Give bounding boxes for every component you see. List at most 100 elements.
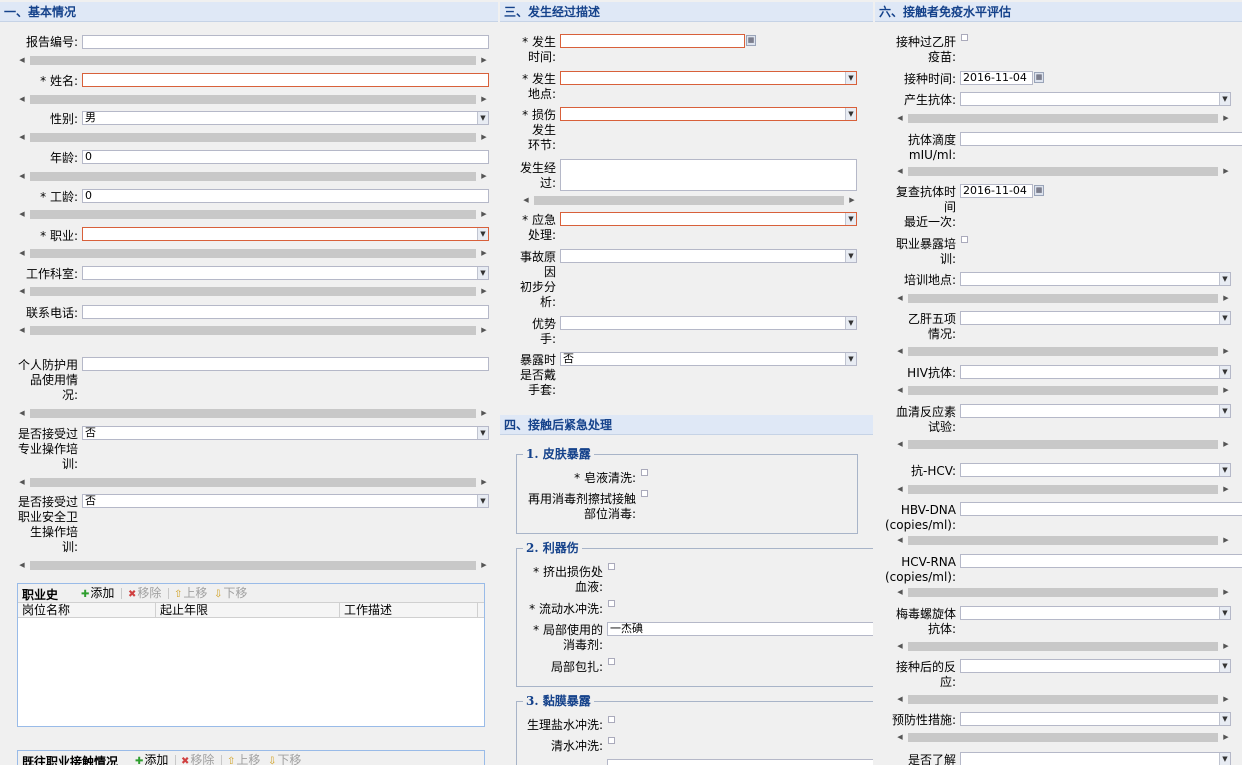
remove-button[interactable]: ✖移除 <box>181 754 214 765</box>
calendar-icon[interactable]: ▦ <box>1034 72 1044 83</box>
calendar-icon[interactable]: ▦ <box>1034 185 1044 196</box>
reaction-select[interactable]: ▼ <box>960 659 1231 673</box>
chevron-down-icon[interactable]: ▼ <box>1219 312 1230 324</box>
chevron-down-icon[interactable]: ▼ <box>845 353 856 365</box>
scrollbar[interactable]: ◀ ▶ <box>896 484 1230 495</box>
water-checkbox[interactable] <box>608 737 615 744</box>
serum-select[interactable]: ▼ <box>960 404 1231 418</box>
cause-select[interactable]: ▼ <box>560 249 857 263</box>
cut-off-input[interactable] <box>607 759 873 765</box>
calendar-icon[interactable]: ▦ <box>746 35 756 46</box>
scrollbar[interactable]: ◀ ▶ <box>18 94 488 105</box>
scrollbar[interactable]: ◀ ▶ <box>896 641 1230 652</box>
scrollbar[interactable]: ◀ ▶ <box>896 293 1230 304</box>
chevron-down-icon[interactable]: ▼ <box>1219 607 1230 619</box>
scrollbar[interactable]: ◀ ▶ <box>896 535 1230 546</box>
scrollbar[interactable]: ◀ ▶ <box>896 587 1230 598</box>
scrollbar[interactable]: ◀ ▶ <box>522 195 856 206</box>
hcv-rna-input[interactable] <box>960 554 1242 568</box>
hbv-dna-input[interactable] <box>960 502 1242 516</box>
chevron-down-icon[interactable]: ▼ <box>477 228 488 240</box>
chevron-down-icon[interactable]: ▼ <box>477 495 488 507</box>
hcv-select[interactable]: ▼ <box>960 463 1231 477</box>
scrollbar[interactable]: ◀ ▶ <box>18 560 488 571</box>
chevron-down-icon[interactable]: ▼ <box>1219 464 1230 476</box>
scrollbar[interactable]: ◀ ▶ <box>896 166 1230 177</box>
scrollbar[interactable]: ◀ ▶ <box>18 408 488 419</box>
remove-button[interactable]: ✖移除 <box>128 587 161 601</box>
gloves-select[interactable]: 否 ▼ <box>560 352 857 366</box>
recheck-input[interactable]: 2016-11-04 <box>960 184 1033 198</box>
department-select[interactable]: ▼ <box>82 266 489 280</box>
chevron-down-icon[interactable]: ▼ <box>845 250 856 262</box>
scrollbar[interactable]: ◀ ▶ <box>896 385 1230 396</box>
gender-select[interactable]: 男 ▼ <box>82 111 489 125</box>
column-header[interactable]: 起止年限 <box>156 603 340 617</box>
move-down-button[interactable]: ⇩下移 <box>214 587 247 601</box>
scrollbar[interactable]: ◀ ▶ <box>896 113 1230 124</box>
chevron-down-icon[interactable]: ▼ <box>1219 273 1230 285</box>
occupation-select[interactable]: ▼ <box>82 227 489 241</box>
report-no-input[interactable] <box>82 35 489 49</box>
flush-checkbox[interactable] <box>608 600 615 607</box>
work-years-input[interactable]: 0 <box>82 189 489 203</box>
syphilis-select[interactable]: ▼ <box>960 606 1231 620</box>
move-down-button[interactable]: ⇩下移 <box>268 754 301 765</box>
chevron-down-icon[interactable]: ▼ <box>1219 405 1230 417</box>
hand-select[interactable]: ▼ <box>560 316 857 330</box>
scrollbar[interactable]: ◀ ▶ <box>896 439 1230 450</box>
chevron-down-icon[interactable]: ▼ <box>1219 753 1230 765</box>
training-select[interactable]: 否 ▼ <box>82 426 489 440</box>
scrollbar[interactable]: ◀ ▶ <box>18 477 488 488</box>
bandage-checkbox[interactable] <box>608 658 615 665</box>
scrollbar[interactable]: ◀ ▶ <box>18 171 488 182</box>
occ-training-checkbox[interactable] <box>961 236 968 243</box>
understand-select[interactable]: ▼ <box>960 752 1231 765</box>
column-header[interactable]: 工作描述 <box>340 603 478 617</box>
add-button[interactable]: ✚添加 <box>81 587 114 601</box>
hiv-select[interactable]: ▼ <box>960 365 1231 379</box>
chevron-down-icon[interactable]: ▼ <box>477 267 488 279</box>
place-select[interactable]: ▼ <box>560 71 857 85</box>
hbv-vaccinated-checkbox[interactable] <box>961 34 968 41</box>
scrollbar[interactable]: ◀ ▶ <box>896 732 1230 743</box>
scrollbar[interactable]: ◀ ▶ <box>896 346 1230 357</box>
chevron-down-icon[interactable]: ▼ <box>1219 366 1230 378</box>
titer-input[interactable] <box>960 132 1242 146</box>
chevron-down-icon[interactable]: ▼ <box>1219 713 1230 725</box>
emergency-select[interactable]: ▼ <box>560 212 857 226</box>
scrollbar[interactable]: ◀ ▶ <box>18 325 488 336</box>
chevron-down-icon[interactable]: ▼ <box>845 108 856 120</box>
antibody-select[interactable]: ▼ <box>960 92 1231 106</box>
chevron-down-icon[interactable]: ▼ <box>845 317 856 329</box>
move-up-button[interactable]: ⇧上移 <box>227 754 260 765</box>
saline-checkbox[interactable] <box>608 716 615 723</box>
chevron-down-icon[interactable]: ▼ <box>845 213 856 225</box>
add-button[interactable]: ✚添加 <box>135 754 168 765</box>
name-input[interactable] <box>82 73 489 87</box>
chevron-down-icon[interactable]: ▼ <box>845 72 856 84</box>
scrollbar[interactable]: ◀ ▶ <box>18 209 488 220</box>
scrollbar[interactable]: ◀ ▶ <box>18 132 488 143</box>
scrollbar[interactable]: ◀ ▶ <box>18 248 488 259</box>
time-input[interactable] <box>560 34 745 48</box>
safety-training-select[interactable]: 否 ▼ <box>82 494 489 508</box>
chevron-down-icon[interactable]: ▼ <box>477 112 488 124</box>
squeeze-checkbox[interactable] <box>608 563 615 570</box>
injury-stage-select[interactable]: ▼ <box>560 107 857 121</box>
prevention-select[interactable]: ▼ <box>960 712 1231 726</box>
scrollbar[interactable]: ◀ ▶ <box>18 55 488 66</box>
column-header[interactable]: 岗位名称 <box>18 603 156 617</box>
disinfectant-input[interactable]: 一杰碘 <box>607 622 873 636</box>
vacc-time-input[interactable]: 2016-11-04 <box>960 71 1033 85</box>
ppe-input[interactable] <box>82 357 489 371</box>
hbv-five-select[interactable]: ▼ <box>960 311 1231 325</box>
chevron-down-icon[interactable]: ▼ <box>1219 660 1230 672</box>
phone-input[interactable] <box>82 305 489 319</box>
age-input[interactable]: 0 <box>82 150 489 164</box>
move-up-button[interactable]: ⇧上移 <box>174 587 207 601</box>
chevron-down-icon[interactable]: ▼ <box>1219 93 1230 105</box>
chevron-down-icon[interactable]: ▼ <box>477 427 488 439</box>
training-place-select[interactable]: ▼ <box>960 272 1231 286</box>
scrollbar[interactable]: ◀ ▶ <box>896 694 1230 705</box>
